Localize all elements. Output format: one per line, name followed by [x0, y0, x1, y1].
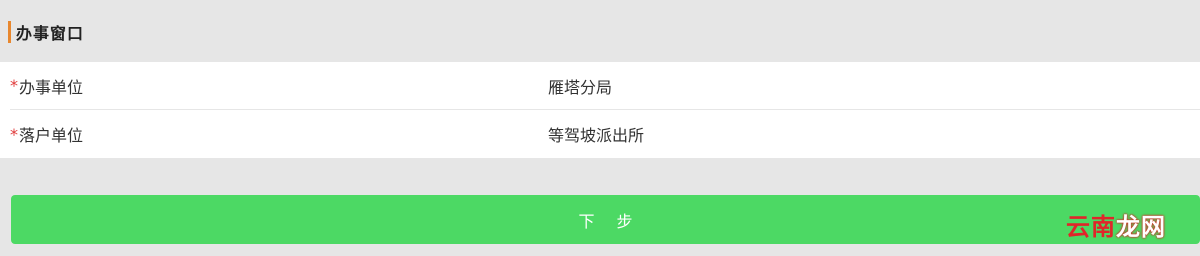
- form-row-registration[interactable]: * 落户单位 等驾坡派出所: [10, 110, 1200, 158]
- watermark-logo: 云南龙网: [1066, 207, 1166, 242]
- registration-value[interactable]: 等驾坡派出所: [548, 122, 1200, 146]
- section-title: 办事窗口: [16, 24, 85, 43]
- next-step-button[interactable]: 下步: [11, 195, 1200, 244]
- form-label: * 办事单位: [10, 74, 548, 98]
- section-header: 办事窗口: [0, 4, 1200, 60]
- form-table: * 办事单位 雁塔分局 * 落户单位 等驾坡派出所: [0, 62, 1200, 158]
- required-mark: *: [10, 76, 18, 95]
- watermark-part2: 龙网: [1116, 213, 1166, 241]
- form-label-text: 落户单位: [19, 126, 84, 145]
- watermark-part1: 云南: [1066, 213, 1116, 241]
- section-accent-bar: [8, 21, 11, 43]
- form-label-text: 办事单位: [19, 77, 84, 97]
- office-value[interactable]: 雁塔分局: [548, 74, 1200, 98]
- form-row-office[interactable]: * 办事单位 雁塔分局: [10, 62, 1200, 110]
- form-label: * 落户单位: [10, 122, 548, 146]
- required-mark: *: [10, 124, 18, 144]
- page: 办事窗口 * 办事单位 雁塔分局 * 落户单位 等驾坡派出所 下步 云南龙网: [0, 0, 1200, 256]
